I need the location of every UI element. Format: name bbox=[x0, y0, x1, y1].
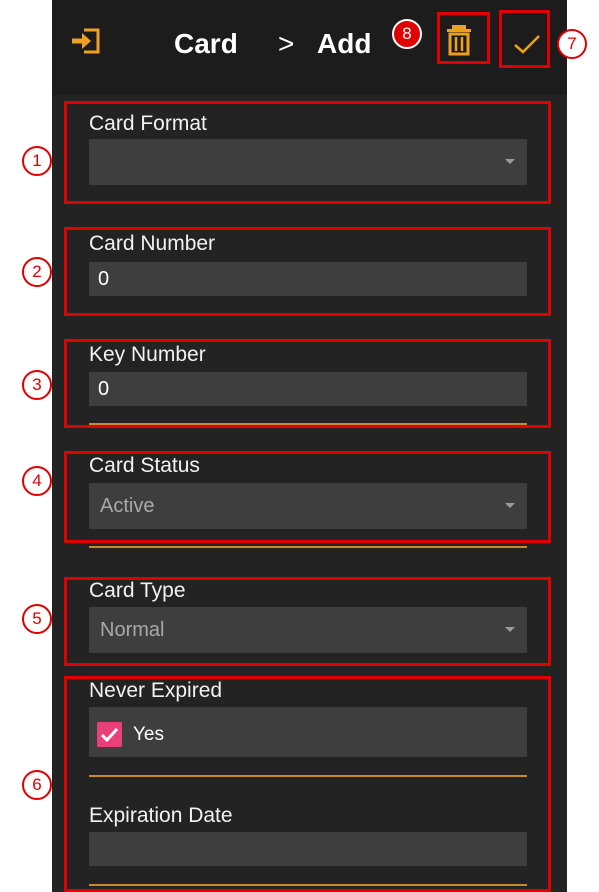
card-status-underline bbox=[89, 546, 527, 548]
annotation-marker-2: 2 bbox=[22, 257, 52, 287]
page-subtitle: Add bbox=[317, 28, 372, 59]
annotation-box-6 bbox=[64, 676, 551, 892]
back-button[interactable] bbox=[70, 26, 106, 56]
breadcrumb-separator: > bbox=[278, 28, 295, 59]
annotation-marker-3: 3 bbox=[22, 370, 52, 400]
annotation-box-2 bbox=[64, 227, 551, 316]
annotation-marker-1: 1 bbox=[22, 146, 52, 176]
annotation-marker-4: 4 bbox=[22, 466, 52, 496]
annotation-box-7 bbox=[499, 10, 550, 68]
annotation-marker-8: 8 bbox=[392, 19, 422, 49]
annotation-box-3 bbox=[64, 339, 551, 428]
annotation-marker-6: 6 bbox=[22, 770, 52, 800]
exit-arrow-icon bbox=[72, 28, 100, 54]
page-title: Card bbox=[174, 28, 238, 59]
annotation-box-1 bbox=[64, 101, 551, 204]
annotation-box-8 bbox=[437, 12, 490, 64]
annotation-box-5 bbox=[64, 577, 551, 666]
annotation-marker-7: 7 bbox=[557, 29, 587, 59]
annotation-box-4 bbox=[64, 451, 551, 543]
annotation-marker-5: 5 bbox=[22, 604, 52, 634]
